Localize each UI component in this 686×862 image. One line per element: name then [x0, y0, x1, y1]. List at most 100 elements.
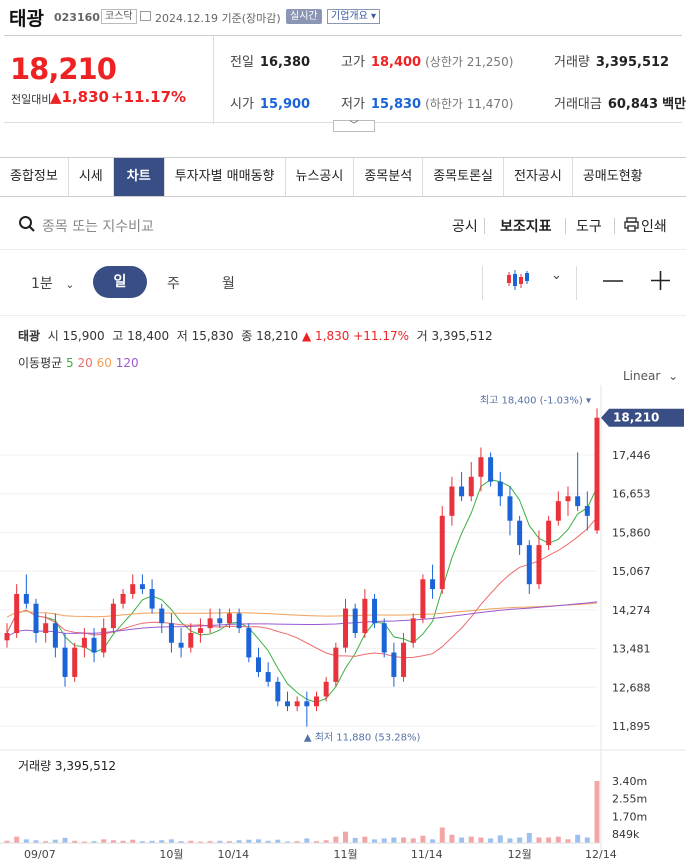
expand-chevron-icon[interactable]: ﹀ — [333, 120, 375, 132]
tab-analysis[interactable]: 종목분석 — [354, 158, 424, 196]
candle — [488, 457, 494, 482]
candle — [149, 589, 155, 609]
volume-bar — [372, 839, 378, 843]
volume-bar — [410, 838, 416, 843]
volume-bar — [343, 831, 349, 843]
candle — [43, 623, 49, 633]
tab-chart[interactable]: 차트 — [113, 158, 165, 196]
candle — [294, 701, 300, 707]
candle — [401, 642, 407, 677]
tools-button[interactable]: 도구 — [576, 216, 602, 236]
candle — [120, 593, 126, 604]
search-icon[interactable] — [18, 215, 36, 233]
candle — [255, 657, 261, 673]
divider — [614, 218, 615, 234]
x-axis-label: 09/07 — [24, 848, 56, 861]
current-price-tag-label: 18,210 — [613, 411, 659, 425]
volume-bar — [14, 836, 20, 843]
volume-bar — [497, 835, 503, 843]
period-minute-dropdown[interactable]: 1분 ⌄ — [31, 273, 74, 293]
candle — [343, 608, 349, 648]
x-axis-label: 12/14 — [585, 848, 617, 861]
period-day-button[interactable]: 일 — [93, 266, 147, 298]
candle — [52, 623, 58, 648]
candle — [381, 623, 387, 653]
stock-header: 태광 023160 코스닥 2024.12.19 기준(장마감) 실시간 기업개… — [0, 0, 686, 34]
moving-average-legend[interactable]: 이동평균 5 20 60 120 — [18, 354, 139, 371]
candle — [517, 520, 523, 546]
tab-discussion[interactable]: 종목토론실 — [423, 158, 504, 196]
volume-bar — [362, 836, 368, 843]
candle — [391, 652, 397, 677]
candle — [352, 608, 358, 633]
candle — [497, 481, 503, 497]
candle — [101, 628, 107, 653]
x-axis-label: 10/14 — [217, 848, 249, 861]
volume-bar — [517, 837, 523, 843]
candle — [284, 701, 290, 707]
candle — [420, 579, 426, 619]
price-axis-label: 13,481 — [612, 643, 651, 656]
volume-bar — [430, 839, 436, 843]
realtime-button[interactable]: 실시간 — [286, 9, 322, 24]
calendar-icon — [140, 11, 151, 21]
zoom-out-icon[interactable] — [603, 280, 623, 284]
compare-search-input[interactable]: 종목 또는 지수비교 — [42, 216, 154, 236]
tab-short-selling[interactable]: 공매도현황 — [573, 158, 653, 196]
candle — [139, 584, 145, 590]
disclosure-toggle[interactable]: 공시 — [452, 216, 478, 236]
tab-disclosure[interactable]: 전자공시 — [504, 158, 573, 196]
as-of-date: 2024.12.19 기준(장마감) — [155, 12, 281, 25]
volume-axis-label: 849k — [612, 828, 640, 841]
candle — [468, 476, 474, 497]
volume-bar — [449, 834, 455, 843]
volume-bar — [526, 832, 532, 843]
turnover: 거래대금 60,843 백만 — [554, 97, 686, 112]
ohlc-readout: 태광 시 15,900 고 18,400 저 15,830 종 18,210 ▲… — [18, 329, 493, 343]
zoom-in-icon[interactable] — [651, 271, 670, 290]
candle — [333, 647, 339, 682]
price-axis-label: 16,653 — [612, 488, 651, 501]
volume-bar — [420, 835, 426, 843]
price-axis-label: 14,274 — [612, 604, 651, 617]
tab-news[interactable]: 뉴스공시 — [286, 158, 355, 196]
candle — [62, 647, 68, 677]
stock-name: 태광 — [9, 8, 44, 30]
x-axis-label: 11/14 — [411, 848, 443, 861]
candle — [110, 603, 116, 629]
chevron-down-icon[interactable]: ⌄ — [551, 268, 562, 283]
candle — [81, 637, 87, 648]
tab-quotes[interactable]: 시세 — [69, 158, 114, 196]
candlestick-type-icon[interactable] — [505, 268, 529, 292]
volume-bar — [565, 839, 571, 843]
volume-bar — [575, 834, 581, 843]
volume-bar — [468, 836, 474, 843]
print-button[interactable]: 인쇄 — [641, 216, 667, 236]
market-badge: 코스닥 — [101, 9, 137, 24]
volume-bar — [536, 837, 542, 843]
candle — [526, 545, 532, 585]
scale-mode-dropdown[interactable]: Linear ⌄ — [623, 369, 678, 383]
candle — [410, 618, 416, 643]
candle — [130, 584, 136, 594]
volume-bar — [439, 827, 445, 843]
volume-axis-label: 1.70m — [612, 810, 647, 823]
candle — [236, 613, 242, 629]
tab-investor-trading[interactable]: 투자자별 매매동향 — [165, 158, 286, 196]
printer-icon[interactable] — [624, 217, 639, 232]
indicators-button[interactable]: 보조지표 — [500, 216, 552, 236]
tab-overview[interactable]: 종합정보 — [0, 158, 69, 196]
volume-bar — [401, 837, 407, 843]
company-overview-dropdown[interactable]: 기업개요 ▾ — [327, 9, 381, 24]
candle — [507, 496, 513, 521]
stock-code: 023160 — [54, 11, 100, 24]
change-percent: +11.17% — [111, 88, 187, 106]
period-week-button[interactable]: 주 — [167, 273, 180, 293]
volume: 거래량 3,395,512 — [554, 55, 670, 70]
volume-bar — [62, 837, 68, 843]
volume-bar — [255, 839, 261, 843]
price-chart[interactable]: 17,446 16,653 15,860 15,067 14,274 13,481 12,6… — [0, 385, 686, 862]
period-month-button[interactable]: 월 — [222, 273, 235, 293]
divider — [576, 266, 577, 300]
candle — [217, 618, 223, 624]
